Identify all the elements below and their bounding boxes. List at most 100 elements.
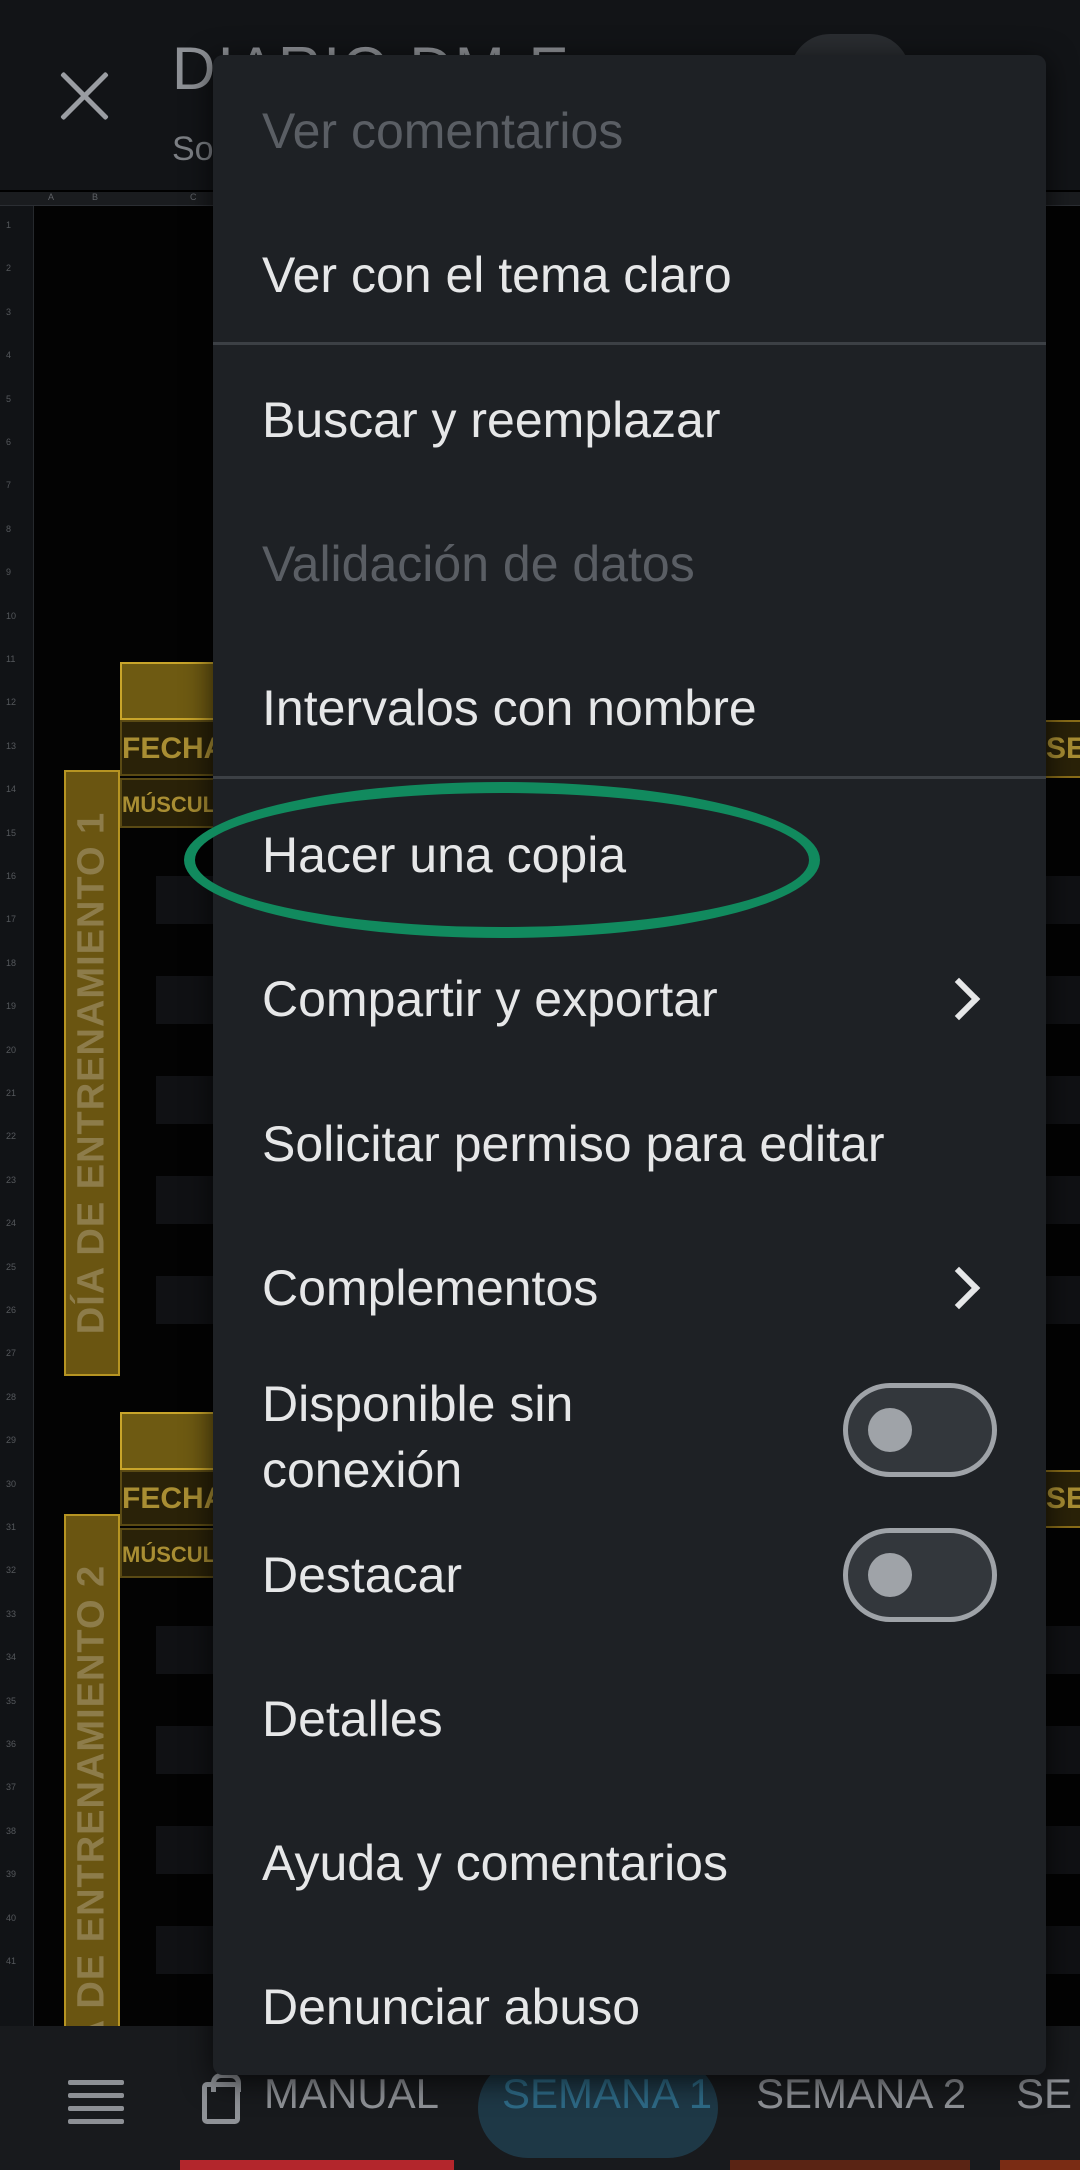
row-number: 11 xyxy=(6,654,16,664)
toggle-knob xyxy=(868,1408,912,1452)
column-label: A xyxy=(48,192,55,202)
menu-item-denunciar-abuso[interactable]: Denunciar abuso xyxy=(213,1969,1046,2045)
menu-item-ayuda-comentarios[interactable]: Ayuda y comentarios xyxy=(213,1825,1046,1901)
menu-item-label-line2: conexión xyxy=(262,1442,463,1498)
fecha-label: FECHA xyxy=(122,1482,226,1515)
menu-item-label: Compartir y exportar xyxy=(262,971,718,1027)
row-number: 8 xyxy=(6,523,12,534)
menu-item-label: Ver comentarios xyxy=(262,103,624,159)
menu-item-label: Ver con el tema claro xyxy=(262,247,732,303)
row-number: 28 xyxy=(6,1391,17,1402)
toggle-knob xyxy=(868,1553,912,1597)
row-number: 18 xyxy=(6,957,17,968)
tab-semana-3-underline xyxy=(1000,2160,1080,2170)
menu-item-label: Complementos xyxy=(262,1260,599,1316)
menu-item-tema-claro[interactable]: Ver con el tema claro xyxy=(213,237,1046,313)
menu-item-intervalos-nombre[interactable]: Intervalos con nombre xyxy=(213,670,1046,746)
training-day-2-text: DÍA DE ENTRENAMIENTO 2 xyxy=(70,1564,113,2034)
menu-item-compartir-exportar[interactable]: Compartir y exportar xyxy=(213,961,1046,1037)
row-number: 39 xyxy=(6,1869,17,1880)
row-number: 20 xyxy=(6,1044,17,1055)
training-day-2-label: DÍA DE ENTRENAMIENTO 2 xyxy=(64,1514,120,2034)
row-number: 4 xyxy=(6,350,12,361)
row-number: 27 xyxy=(6,1348,17,1359)
row-number: 5 xyxy=(6,393,12,404)
row-number: 3 xyxy=(6,306,12,317)
all-sheets-icon[interactable] xyxy=(68,2080,124,2124)
lock-icon xyxy=(202,2073,241,2124)
row-number: 41 xyxy=(6,1956,17,1966)
row-number: 38 xyxy=(6,1825,17,1836)
right-label: SE xyxy=(1046,732,1080,765)
row-number: 37 xyxy=(6,1782,17,1793)
row-number: 12 xyxy=(6,697,17,708)
menu-item-label: Intervalos con nombre xyxy=(262,680,757,736)
chevron-right-icon xyxy=(937,1266,981,1310)
row-number: 29 xyxy=(6,1435,17,1446)
row-number: 23 xyxy=(6,1174,17,1185)
menu-item-ver-comentarios: Ver comentarios xyxy=(213,93,1046,169)
row-number: 15 xyxy=(6,827,17,838)
row-number: 16 xyxy=(6,871,17,881)
row-number: 25 xyxy=(6,1261,17,1272)
right-label: SE xyxy=(1046,1482,1080,1515)
row-number: 33 xyxy=(6,1608,17,1619)
menu-item-label: Detalles xyxy=(262,1691,443,1747)
menu-item-label-line1: Disponible sin xyxy=(262,1376,574,1432)
menu-divider xyxy=(213,776,1046,779)
row-number: 6 xyxy=(6,437,12,447)
menu-item-buscar-reemplazar[interactable]: Buscar y reemplazar xyxy=(213,382,1046,458)
row-number: 34 xyxy=(6,1652,17,1663)
row-number: 21 xyxy=(6,1088,17,1098)
menu-item-validacion-datos: Validación de datos xyxy=(213,526,1046,602)
tab-semana-1[interactable]: SEMANA 1 xyxy=(502,2070,712,2130)
highlight-ellipse-annotation xyxy=(184,782,820,938)
menu-item-label: Ayuda y comentarios xyxy=(262,1835,728,1891)
right-header-cell: SE xyxy=(1044,720,1080,778)
fecha-label: FECHA xyxy=(122,732,226,765)
row-number: 35 xyxy=(6,1695,17,1706)
row-number: 30 xyxy=(6,1478,17,1489)
menu-item-detalles[interactable]: Detalles xyxy=(213,1681,1046,1757)
tab-semana-2[interactable]: SEMANA 2 xyxy=(756,2070,966,2130)
menu-divider xyxy=(213,342,1046,345)
row-number: 2 xyxy=(6,263,12,274)
training-day-1-label: DÍA DE ENTRENAMIENTO 1 xyxy=(64,770,120,1376)
tab-semana-3[interactable]: SE xyxy=(1016,2070,1072,2130)
row-number: 32 xyxy=(6,1565,17,1576)
overflow-menu: Ver comentarios Ver con el tema claro Bu… xyxy=(213,55,1046,2075)
tab-semana-2-underline xyxy=(730,2160,970,2170)
menu-item-label: Destacar xyxy=(262,1547,463,1603)
row-number: 24 xyxy=(6,1218,17,1229)
row-number: 17 xyxy=(6,914,17,925)
menu-item-label: Validación de datos xyxy=(262,536,695,592)
close-icon[interactable] xyxy=(58,70,110,122)
row-number: 7 xyxy=(6,480,12,491)
row-number: 36 xyxy=(6,1739,17,1749)
row-number: 10 xyxy=(6,610,17,621)
offline-toggle[interactable] xyxy=(843,1383,997,1477)
menu-item-solicitar-permiso[interactable]: Solicitar permiso para editar xyxy=(213,1106,1046,1182)
row-number: 9 xyxy=(6,567,12,578)
tab-manual-underline xyxy=(180,2160,454,2170)
column-label: B xyxy=(92,192,99,202)
row-number: 31 xyxy=(6,1522,17,1532)
row-number: 13 xyxy=(6,740,17,751)
row-header: 1 2 3 4 5 6 7 8 9 10 11 12 13 14 15 16 17 18 19 20 21 22 23 24 2… xyxy=(0,206,34,2026)
tab-manual[interactable]: MANUAL xyxy=(264,2070,439,2130)
row-number: 22 xyxy=(6,1131,17,1142)
document-subtitle: So xyxy=(172,130,214,168)
chevron-right-icon xyxy=(937,977,981,1021)
row-number: 40 xyxy=(6,1912,17,1923)
menu-item-label: Denunciar abuso xyxy=(262,1979,641,2035)
menu-item-label: Solicitar permiso para editar xyxy=(262,1116,885,1172)
menu-item-label: Buscar y reemplazar xyxy=(262,392,721,448)
row-number: 26 xyxy=(6,1305,17,1315)
right-header-cell: SE xyxy=(1044,1470,1080,1528)
menu-item-complementos[interactable]: Complementos xyxy=(213,1250,1046,1326)
training-day-1-text: DÍA DE ENTRENAMIENTO 1 xyxy=(70,811,113,1335)
column-label: C xyxy=(190,192,197,202)
row-number: 14 xyxy=(6,784,17,795)
star-toggle[interactable] xyxy=(843,1528,997,1622)
row-number: 19 xyxy=(6,1001,17,1012)
